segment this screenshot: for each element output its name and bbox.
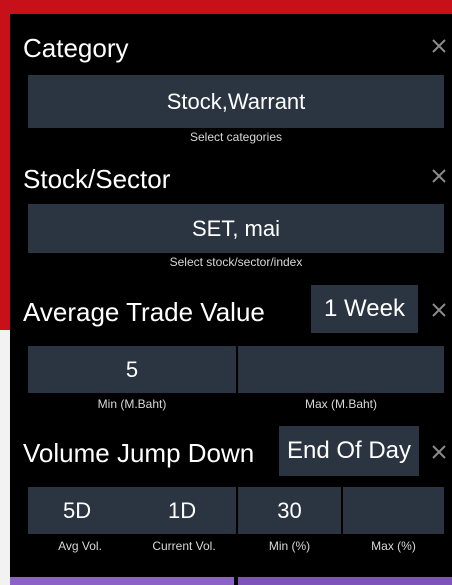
average-trade-value-min-caption: Min (M.Baht): [97, 397, 167, 411]
average-trade-value-max-caption: Max (M.Baht): [304, 397, 377, 411]
stock-sector-caption: Select stock/sector/index: [169, 255, 303, 269]
average-trade-value-min-input[interactable]: 5: [28, 346, 236, 393]
close-icon: [432, 445, 446, 459]
category-clear-button[interactable]: [431, 38, 447, 54]
volume-jump-down-min-value: 30: [277, 497, 302, 523]
volume-jump-down-period: End Of Day: [286, 437, 412, 464]
volume-jump-down-title: Volume Jump Down: [23, 438, 255, 468]
stock-sector-title: Stock/Sector: [23, 164, 171, 194]
stock-sector-select[interactable]: SET, mai: [28, 204, 444, 253]
volume-jump-down-vol-select[interactable]: 5D 1D: [28, 487, 236, 534]
category-title: Category: [23, 33, 129, 63]
category-caption: Select categories: [189, 130, 283, 144]
category-value: Stock,Warrant: [166, 88, 306, 114]
background-edge: [0, 330, 10, 585]
current-vol-value: 1D: [168, 497, 197, 523]
bottom-right-button[interactable]: [238, 577, 452, 585]
average-trade-value-min-value: 5: [125, 356, 139, 382]
volume-jump-down-max-input[interactable]: [343, 487, 444, 534]
average-trade-value-period-select[interactable]: 1 Week: [311, 285, 418, 333]
average-trade-value-max-input[interactable]: [238, 346, 444, 393]
volume-jump-down-min-caption: Min (%): [268, 539, 311, 553]
current-vol-caption: Current Vol.: [152, 539, 216, 553]
close-icon: [432, 303, 446, 317]
close-icon: [432, 169, 446, 183]
filter-panel: Category Stock,Warrant Select categories…: [10, 14, 452, 585]
average-trade-value-period: 1 Week: [324, 295, 405, 322]
volume-jump-down-min-input[interactable]: 30: [238, 487, 341, 534]
volume-jump-down-period-select[interactable]: End Of Day: [279, 426, 419, 476]
stock-sector-clear-button[interactable]: [431, 168, 447, 184]
close-icon: [432, 39, 446, 53]
stock-sector-value: SET, mai: [191, 215, 281, 241]
volume-jump-down-clear-button[interactable]: [431, 444, 447, 460]
bottom-left-button[interactable]: [10, 577, 234, 585]
average-trade-value-clear-button[interactable]: [431, 302, 447, 318]
average-trade-value-title: Average Trade Value: [23, 297, 265, 327]
category-select[interactable]: Stock,Warrant: [28, 75, 444, 128]
volume-jump-down-max-caption: Max (%): [371, 539, 416, 553]
avg-vol-caption: Avg Vol.: [58, 539, 102, 553]
avg-vol-value: 5D: [63, 497, 92, 523]
